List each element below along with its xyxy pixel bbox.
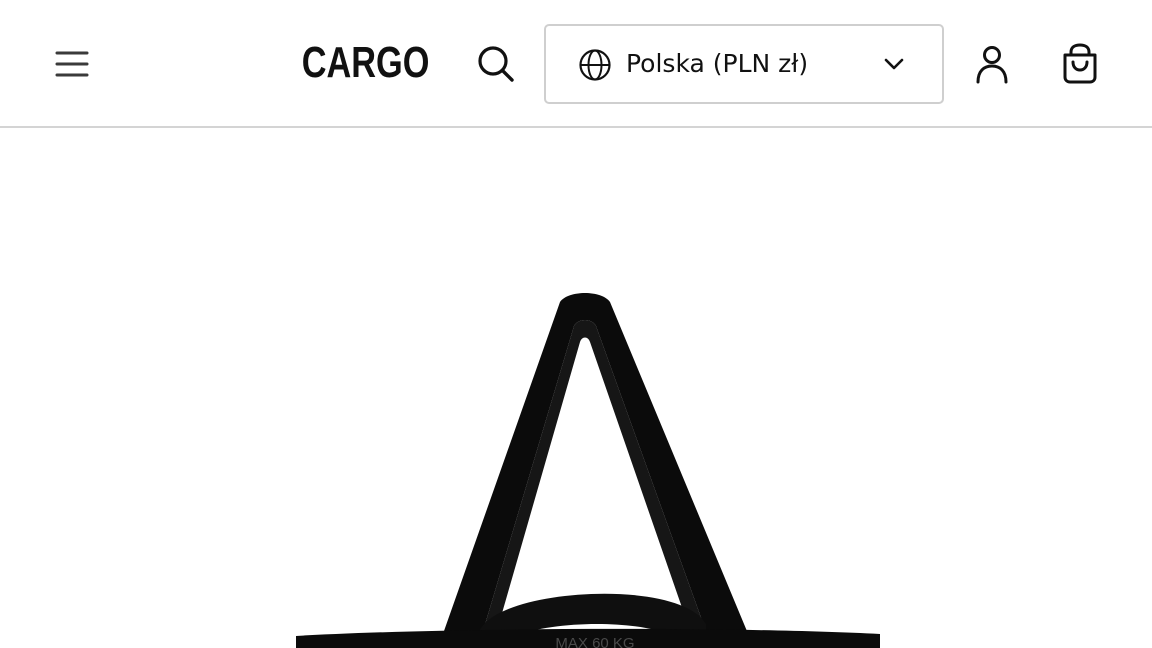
locale-label: Polska (PLN zł) (626, 49, 809, 78)
user-icon (976, 46, 1008, 84)
menu-button[interactable] (48, 40, 96, 88)
bag-imprint: MAX 60 KG (555, 635, 634, 648)
search-button[interactable] (472, 40, 520, 88)
account-button[interactable] (968, 40, 1016, 88)
search-icon (478, 46, 514, 82)
country-currency-selector[interactable]: Polska (PLN zł) (544, 24, 944, 104)
globe-icon (579, 49, 611, 81)
chevron-down-icon (884, 58, 904, 70)
hamburger-menu-icon (55, 51, 89, 77)
product-image[interactable]: MAX 60 KG (0, 130, 1152, 648)
logo-text: CARGO (301, 38, 430, 87)
cart-button[interactable] (1056, 40, 1104, 88)
product-media: MAX 60 KG (0, 130, 1152, 648)
site-logo[interactable]: CARGO (302, 37, 430, 89)
shopping-bag-icon (1063, 43, 1097, 84)
site-header: CARGO Polska (PLN zł) (0, 0, 1152, 128)
